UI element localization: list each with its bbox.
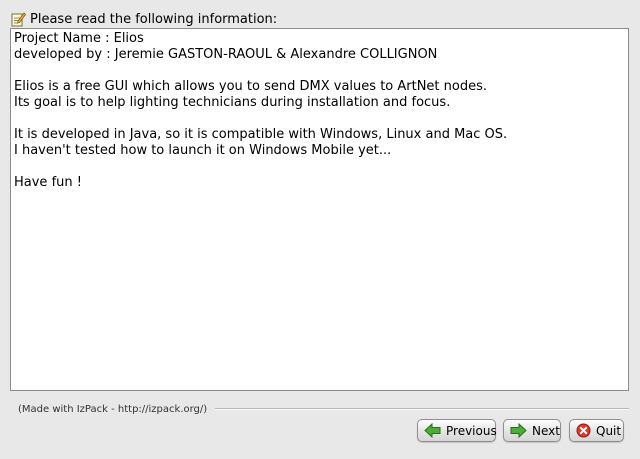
credit-row: (Made with IzPack - http://izpack.org/) [10,401,629,417]
close-circle-icon [576,423,591,438]
info-text-area[interactable]: Project Name : Elios developed by : Jere… [10,28,629,391]
arrow-left-icon [424,423,441,438]
arrow-right-icon [510,423,527,438]
quit-button[interactable]: Quit [569,419,624,442]
credit-divider [215,408,629,410]
quit-label: Quit [596,423,622,438]
previous-label: Previous [446,423,497,438]
panel-header: Please read the following information: [10,10,277,28]
izpack-credit: (Made with IzPack - http://izpack.org/) [18,403,208,415]
previous-button[interactable]: Previous [417,419,497,442]
next-button[interactable]: Next [503,419,561,442]
notepad-pencil-icon [10,11,27,27]
panel-title: Please read the following information: [30,11,278,27]
next-label: Next [532,423,560,438]
